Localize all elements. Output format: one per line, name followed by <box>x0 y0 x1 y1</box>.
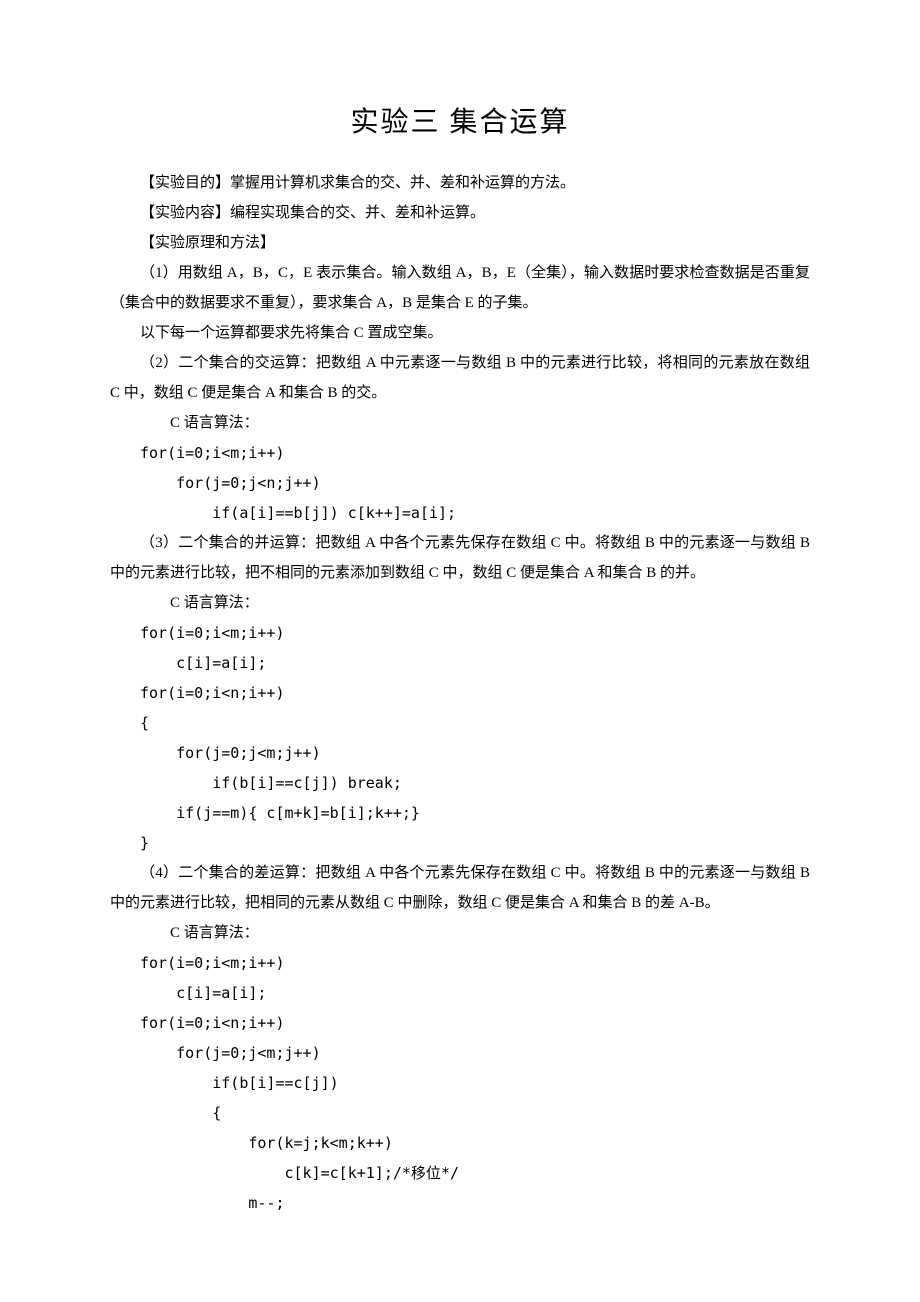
code-label-1: C 语言算法： <box>110 408 810 438</box>
code-block-union: for(i=0;i<m;i++) c[i]=a[i]; for(i=0;i<n;… <box>110 618 810 858</box>
paragraph-step-4: （4）二个集合的差运算：把数组 A 中各个元素先保存在数组 C 中。将数组 B … <box>110 858 810 918</box>
paragraph-step-2: （2）二个集合的交运算：把数组 A 中元素逐一与数组 B 中的元素进行比较，将相… <box>110 348 810 408</box>
paragraph-content: 【实验内容】编程实现集合的交、并、差和补运算。 <box>110 198 810 228</box>
paragraph-step-3: （3）二个集合的并运算：把数组 A 中各个元素先保存在数组 C 中。将数组 B … <box>110 528 810 588</box>
code-block-difference: for(i=0;i<m;i++) c[i]=a[i]; for(i=0;i<n;… <box>110 948 810 1218</box>
paragraph-step-1: （1）用数组 A，B，C，E 表示集合。输入数组 A，B，E（全集），输入数据时… <box>110 258 810 318</box>
code-label-3: C 语言算法： <box>110 918 810 948</box>
document-title: 实验三 集合运算 <box>110 100 810 140</box>
paragraph-note: 以下每一个运算都要求先将集合 C 置成空集。 <box>110 318 810 348</box>
document-page: 实验三 集合运算 【实验目的】掌握用计算机求集合的交、并、差和补运算的方法。 【… <box>0 0 920 1278</box>
code-label-2: C 语言算法： <box>110 588 810 618</box>
paragraph-purpose: 【实验目的】掌握用计算机求集合的交、并、差和补运算的方法。 <box>110 168 810 198</box>
paragraph-principle-heading: 【实验原理和方法】 <box>110 228 810 258</box>
code-block-intersection: for(i=0;i<m;i++) for(j=0;j<n;j++) if(a[i… <box>110 438 810 528</box>
